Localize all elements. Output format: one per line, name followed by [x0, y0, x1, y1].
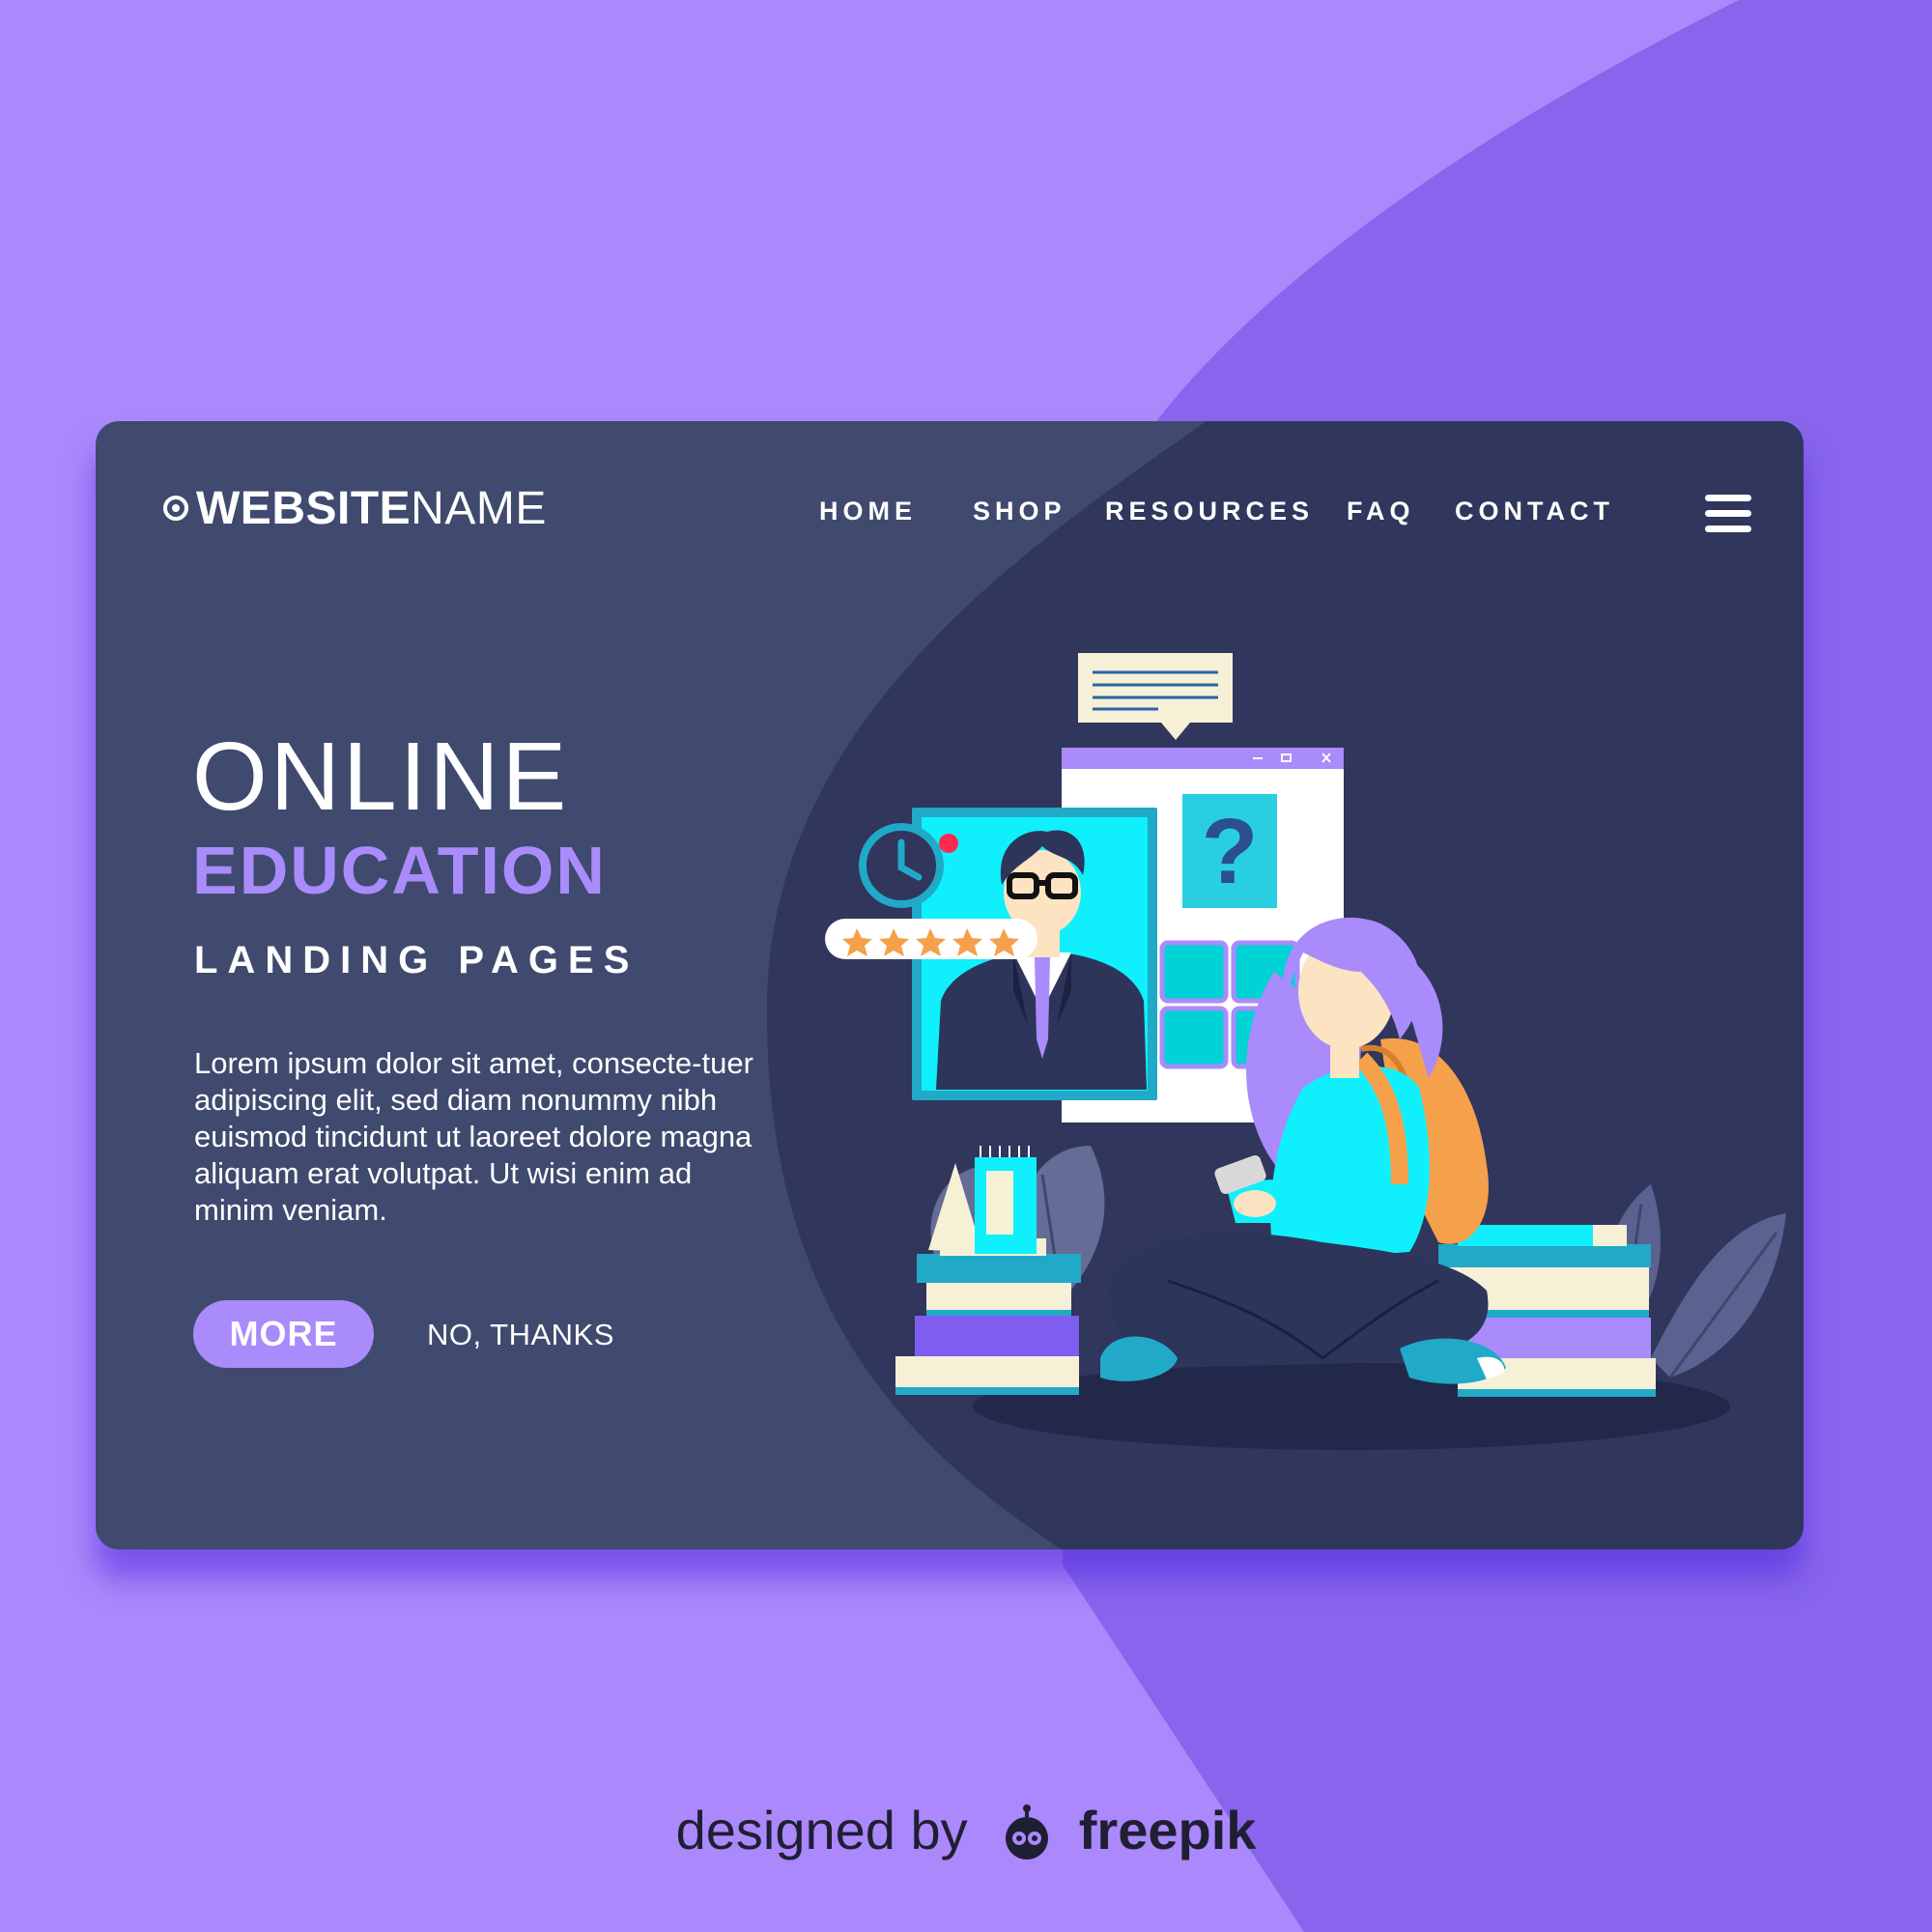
chat-bubble [1078, 653, 1233, 740]
star-rating [825, 919, 1037, 959]
hero-title-line1: ONLINE [192, 723, 570, 831]
online-education-illustration: ? [825, 653, 1786, 1450]
footer-credit: designed by freepik [0, 1799, 1932, 1865]
target-icon [163, 496, 188, 521]
nav-item-shop[interactable]: SHOP [973, 497, 1066, 526]
nav-item-home[interactable]: HOME [819, 497, 917, 526]
footer-brand[interactable]: freepik [1079, 1800, 1257, 1861]
footer-prefix: designed by [675, 1800, 968, 1861]
hero-subtitle: LANDING PAGES [194, 939, 639, 981]
clock-icon [859, 823, 944, 908]
brand-name-light: NAME [411, 482, 547, 534]
no-thanks-link[interactable]: NO, THANKS [427, 1318, 614, 1352]
nav-item-faq[interactable]: FAQ [1347, 497, 1415, 526]
nav-item-resources[interactable]: RESOURCES [1105, 497, 1314, 526]
brand-name-bold: WEBSITE [196, 482, 412, 534]
brand-logo[interactable]: WEBSITE NAME [163, 481, 547, 535]
nav-item-contact[interactable]: CONTACT [1455, 497, 1614, 526]
question-mark: ? [1202, 800, 1259, 903]
hero-body-text: Lorem ipsum dolor sit amet, consecte-tue… [194, 1046, 753, 1227]
menu-icon[interactable] [1705, 495, 1751, 533]
hero-title-line2: EDUCATION [192, 833, 607, 908]
landing-card: WEBSITE NAME HOME SHOP RESOURCES FAQ CON… [96, 421, 1804, 1549]
freepik-logo-icon [1006, 1804, 1049, 1861]
more-button[interactable]: MORE [193, 1300, 374, 1368]
